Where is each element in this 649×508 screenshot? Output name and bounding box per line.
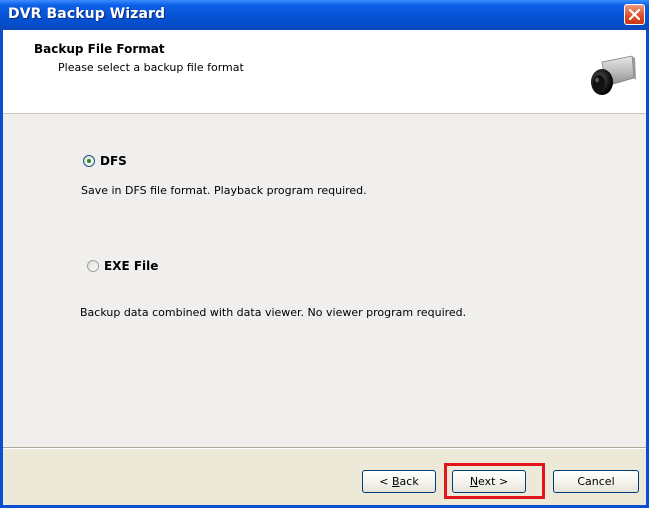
button-bar: < Back Next > Cancel xyxy=(3,447,646,505)
camera-icon xyxy=(591,55,636,95)
options-panel: DFS Save in DFS file format. Playback pr… xyxy=(3,114,646,447)
close-icon xyxy=(629,9,640,20)
window-title: DVR Backup Wizard xyxy=(8,6,166,22)
radio-exe[interactable] xyxy=(87,260,99,272)
wizard-client-area: Backup File Format Please select a backu… xyxy=(3,30,646,505)
page-title: Backup File Format xyxy=(34,42,165,56)
title-bar[interactable]: DVR Backup Wizard xyxy=(0,0,649,30)
divider xyxy=(3,447,646,449)
back-button[interactable]: < Back xyxy=(362,470,436,493)
back-button-label: ack xyxy=(399,475,419,488)
wizard-window: DVR Backup Wizard Backup File Format Ple… xyxy=(0,0,649,508)
cancel-button[interactable]: Cancel xyxy=(553,470,639,493)
page-subtitle: Please select a backup file format xyxy=(58,61,244,74)
option-dfs[interactable]: DFS xyxy=(83,154,127,168)
next-button-highlight xyxy=(444,463,545,499)
back-button-mnemonic: B xyxy=(392,475,400,488)
option-exe[interactable]: EXE File xyxy=(87,259,158,273)
close-button[interactable] xyxy=(624,4,645,25)
option-exe-description: Backup data combined with data viewer. N… xyxy=(80,306,467,319)
back-button-prefix: < xyxy=(379,475,392,488)
option-dfs-description: Save in DFS file format. Playback progra… xyxy=(81,184,367,197)
option-exe-label: EXE File xyxy=(104,259,159,273)
radio-dfs[interactable] xyxy=(83,155,95,167)
option-dfs-label: DFS xyxy=(100,154,127,168)
wizard-header: Backup File Format Please select a backu… xyxy=(3,30,646,114)
